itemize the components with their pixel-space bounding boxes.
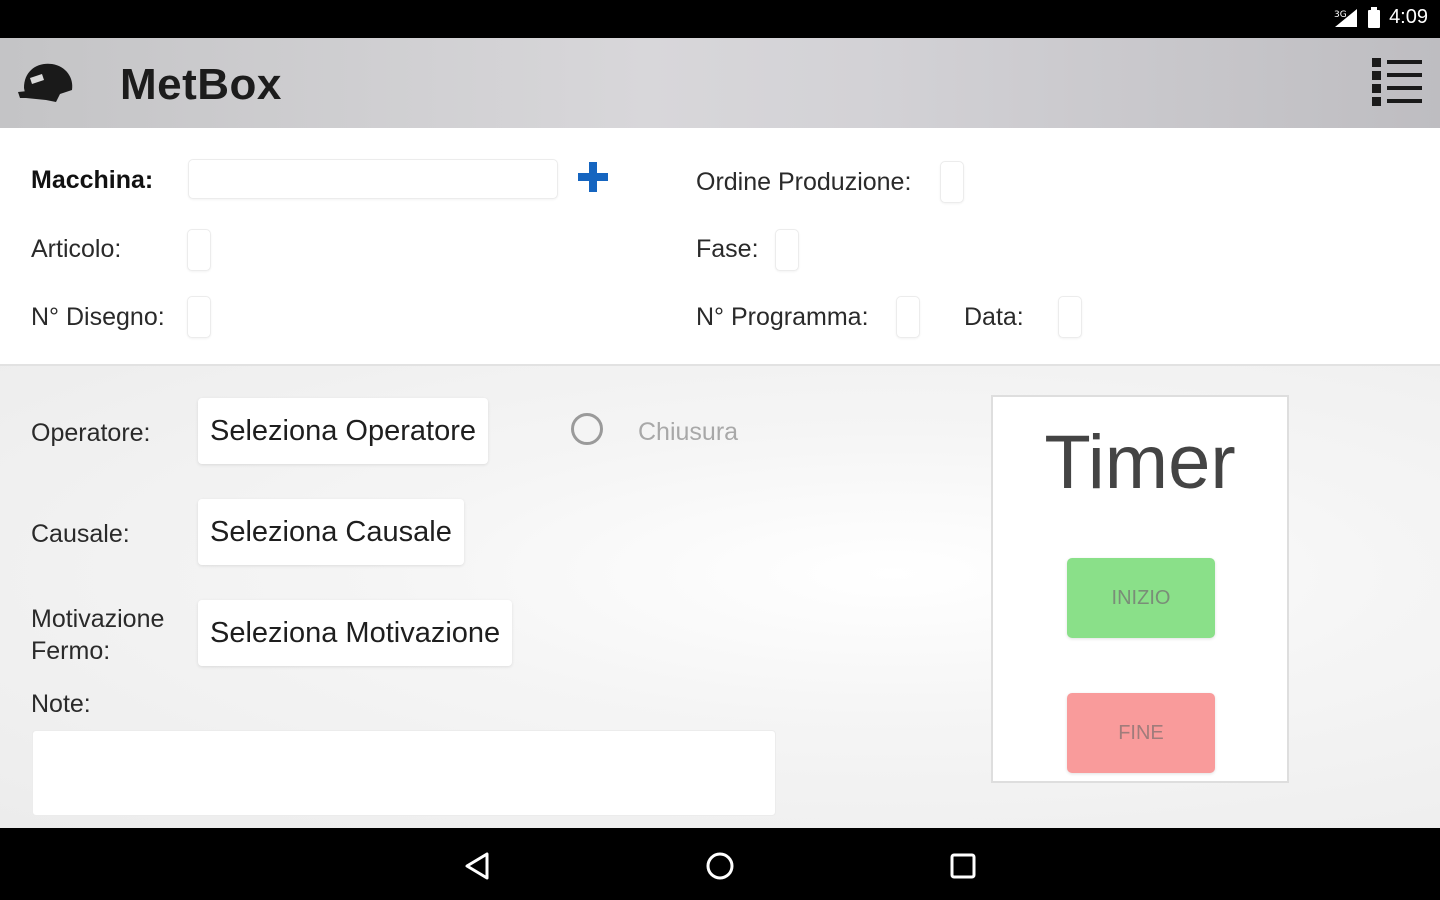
stop-motivation-label-line1: Motivazione: [31, 605, 165, 633]
date-label: Data:: [964, 303, 1024, 331]
notes-label: Note:: [31, 690, 91, 718]
drawing-number-label: N° Disegno:: [31, 303, 165, 331]
start-button[interactable]: INIZIO: [1067, 558, 1215, 638]
date-value: [1058, 296, 1082, 338]
app-bar: MetBox: [0, 38, 1440, 128]
battery-icon: [1367, 6, 1381, 29]
article-value: [187, 229, 211, 271]
end-button[interactable]: FINE: [1067, 693, 1215, 773]
select-motivation-button[interactable]: Seleziona Motivazione: [198, 600, 513, 666]
home-icon[interactable]: [700, 846, 740, 886]
svg-text:3G: 3G: [1334, 10, 1347, 20]
recents-icon[interactable]: [943, 846, 983, 886]
article-label: Articolo:: [31, 235, 122, 263]
notes-input[interactable]: [32, 730, 776, 816]
machine-info-panel: Macchina: Ordine Produzione: Articolo: F…: [0, 128, 1440, 366]
back-icon[interactable]: [458, 846, 498, 886]
stop-form: Operatore: Seleziona Operatore Chiusura …: [0, 366, 1440, 828]
operator-label: Operatore:: [31, 419, 151, 447]
timer-panel: Timer INIZIO FINE: [991, 395, 1289, 783]
drawing-number-value: [187, 296, 211, 338]
program-number-label: N° Programma:: [696, 303, 869, 331]
signal-icon: 3G: [1333, 7, 1359, 29]
app-title: MetBox: [120, 60, 282, 109]
closure-label: Chiusura: [638, 418, 739, 446]
plus-icon[interactable]: [576, 160, 610, 194]
closure-radio[interactable]: [571, 413, 603, 445]
timer-title: Timer: [1044, 420, 1236, 505]
program-number-value: [896, 296, 920, 338]
status-bar: 3G 4:09: [0, 0, 1440, 38]
helmet-logo-icon: [16, 56, 76, 106]
phase-value: [775, 229, 799, 271]
phase-label: Fase:: [696, 235, 759, 263]
production-order-value: [940, 161, 964, 203]
status-indicators: 3G 4:09: [1333, 6, 1428, 29]
stop-motivation-label-line2: Fermo:: [31, 637, 111, 665]
navigation-bar: [0, 828, 1440, 900]
select-operator-button[interactable]: Seleziona Operatore: [198, 398, 488, 464]
select-reason-button[interactable]: Seleziona Causale: [198, 499, 464, 565]
status-time: 4:09: [1389, 6, 1428, 28]
list-menu-icon[interactable]: [1370, 54, 1424, 110]
machine-label: Macchina:: [31, 166, 154, 194]
production-order-label: Ordine Produzione:: [696, 168, 912, 196]
reason-label: Causale:: [31, 520, 130, 548]
machine-input[interactable]: [188, 159, 558, 199]
